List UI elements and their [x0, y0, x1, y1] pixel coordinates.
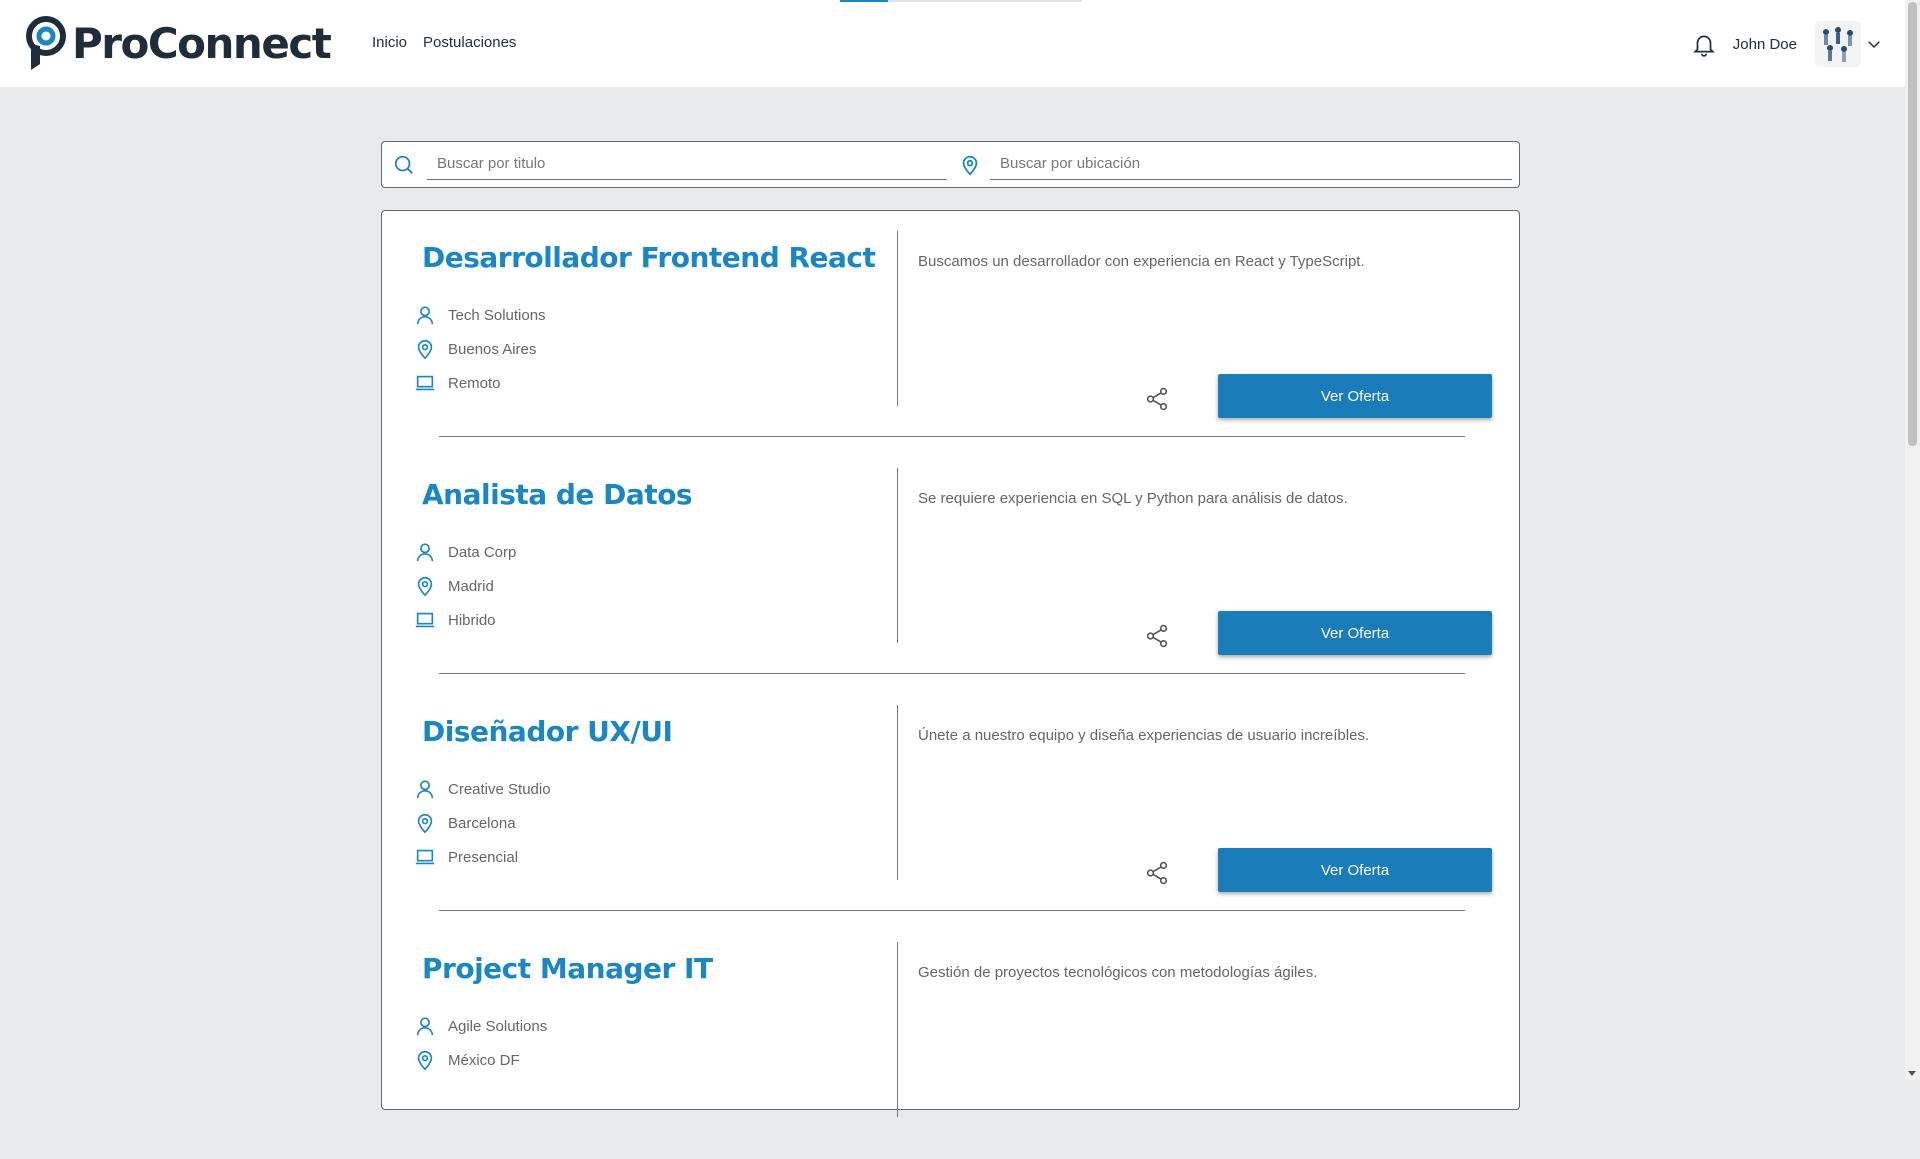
avatar[interactable]	[1815, 21, 1861, 67]
job-company: Agile Solutions	[414, 1015, 547, 1037]
laptop-icon	[415, 849, 435, 865]
title-search-input[interactable]: Buscar por titulo	[427, 150, 947, 180]
logo-text: ProConnect	[72, 19, 332, 68]
chevron-down-icon[interactable]	[1865, 35, 1883, 53]
company-name: Agile Solutions	[448, 1017, 548, 1035]
nav-inicio[interactable]: Inicio	[372, 34, 407, 51]
modality-name: Hibrido	[448, 611, 496, 629]
scrollbar[interactable]	[1905, 0, 1920, 1080]
logo[interactable]: ProConnect	[26, 16, 332, 72]
search-icon	[394, 155, 413, 174]
user-name[interactable]: John Doe	[1733, 36, 1797, 53]
job-modality: Remoto	[414, 372, 501, 394]
job-card: Analista de Datos Data Corp Madrid Hibri…	[382, 448, 1519, 685]
job-company: Tech Solutions	[414, 304, 546, 326]
share-icon[interactable]	[1144, 860, 1170, 886]
top-navbar: ProConnect Inicio Postulaciones John Doe	[0, 0, 1905, 87]
user-icon	[416, 780, 434, 799]
location-pin-icon	[417, 576, 433, 597]
location-name: México DF	[448, 1051, 520, 1069]
company-name: Data Corp	[448, 543, 517, 561]
logo-mark-icon	[26, 16, 66, 70]
location-pin-icon	[417, 1050, 433, 1071]
laptop-icon	[415, 375, 435, 391]
scrollbar-thumb[interactable]	[1908, 2, 1917, 446]
location-pin-icon	[417, 813, 433, 834]
location-name: Madrid	[448, 577, 494, 595]
job-description: Únete a nuestro equipo y diseña experien…	[918, 727, 1370, 744]
job-company: Creative Studio	[414, 778, 551, 800]
user-area: John Doe	[1691, 20, 1883, 68]
divider	[439, 673, 1465, 674]
job-card: Desarrollador Frontend React Tech Soluti…	[382, 211, 1519, 448]
job-description: Buscamos un desarrollador con experienci…	[918, 253, 1365, 270]
job-location: Barcelona	[414, 812, 516, 834]
divider	[897, 468, 898, 643]
share-icon[interactable]	[1144, 386, 1170, 412]
location-name: Barcelona	[448, 814, 516, 832]
modality-name: Remoto	[448, 374, 501, 392]
location-pin-icon	[417, 339, 433, 360]
bell-icon[interactable]	[1691, 31, 1717, 57]
location-name: Buenos Aires	[448, 340, 537, 358]
divider	[439, 436, 1465, 437]
modality-name: Presencial	[448, 848, 519, 866]
user-icon	[416, 1017, 434, 1036]
jobs-list: Desarrollador Frontend React Tech Soluti…	[381, 210, 1520, 1117]
scroll-down-icon[interactable]	[1908, 1071, 1916, 1076]
share-icon[interactable]	[1144, 623, 1170, 649]
job-description: Se requiere experiencia en SQL y Python …	[918, 490, 1348, 507]
location-search-input[interactable]: Buscar por ubicación	[990, 150, 1512, 180]
search-bar: Buscar por titulo Buscar por ubicación	[381, 141, 1520, 188]
nav-postulaciones[interactable]: Postulaciones	[423, 34, 516, 51]
laptop-icon	[415, 612, 435, 628]
divider	[897, 705, 898, 880]
job-card: Project Manager IT Agile Solutions Méxic…	[382, 922, 1519, 1159]
main-nav: Inicio Postulaciones	[372, 34, 516, 51]
company-name: Creative Studio	[448, 780, 551, 798]
job-card: Diseñador UX/UI Creative Studio Barcelon…	[382, 685, 1519, 922]
company-name: Tech Solutions	[448, 306, 546, 324]
job-company: Data Corp	[414, 541, 516, 563]
job-location: Buenos Aires	[414, 338, 536, 360]
divider	[897, 942, 898, 1117]
loading-indicator	[840, 0, 1082, 2]
job-title[interactable]: Desarrollador Frontend React	[422, 241, 876, 274]
job-description: Gestión de proyectos tecnológicos con me…	[918, 964, 1318, 981]
user-icon	[416, 543, 434, 562]
job-location: México DF	[414, 1049, 520, 1071]
user-icon	[416, 306, 434, 325]
view-offer-button[interactable]: Ver Oferta	[1218, 374, 1492, 418]
job-modality: Presencial	[414, 846, 518, 868]
job-title[interactable]: Analista de Datos	[422, 478, 693, 511]
divider	[439, 910, 1465, 911]
job-location: Madrid	[414, 575, 494, 597]
job-title[interactable]: Project Manager IT	[422, 952, 713, 985]
job-modality: Hibrido	[414, 609, 496, 631]
location-pin-icon	[962, 155, 978, 176]
job-title[interactable]: Diseñador UX/UI	[422, 715, 673, 748]
divider	[897, 231, 898, 406]
view-offer-button[interactable]: Ver Oferta	[1218, 611, 1492, 655]
view-offer-button[interactable]: Ver Oferta	[1218, 848, 1492, 892]
